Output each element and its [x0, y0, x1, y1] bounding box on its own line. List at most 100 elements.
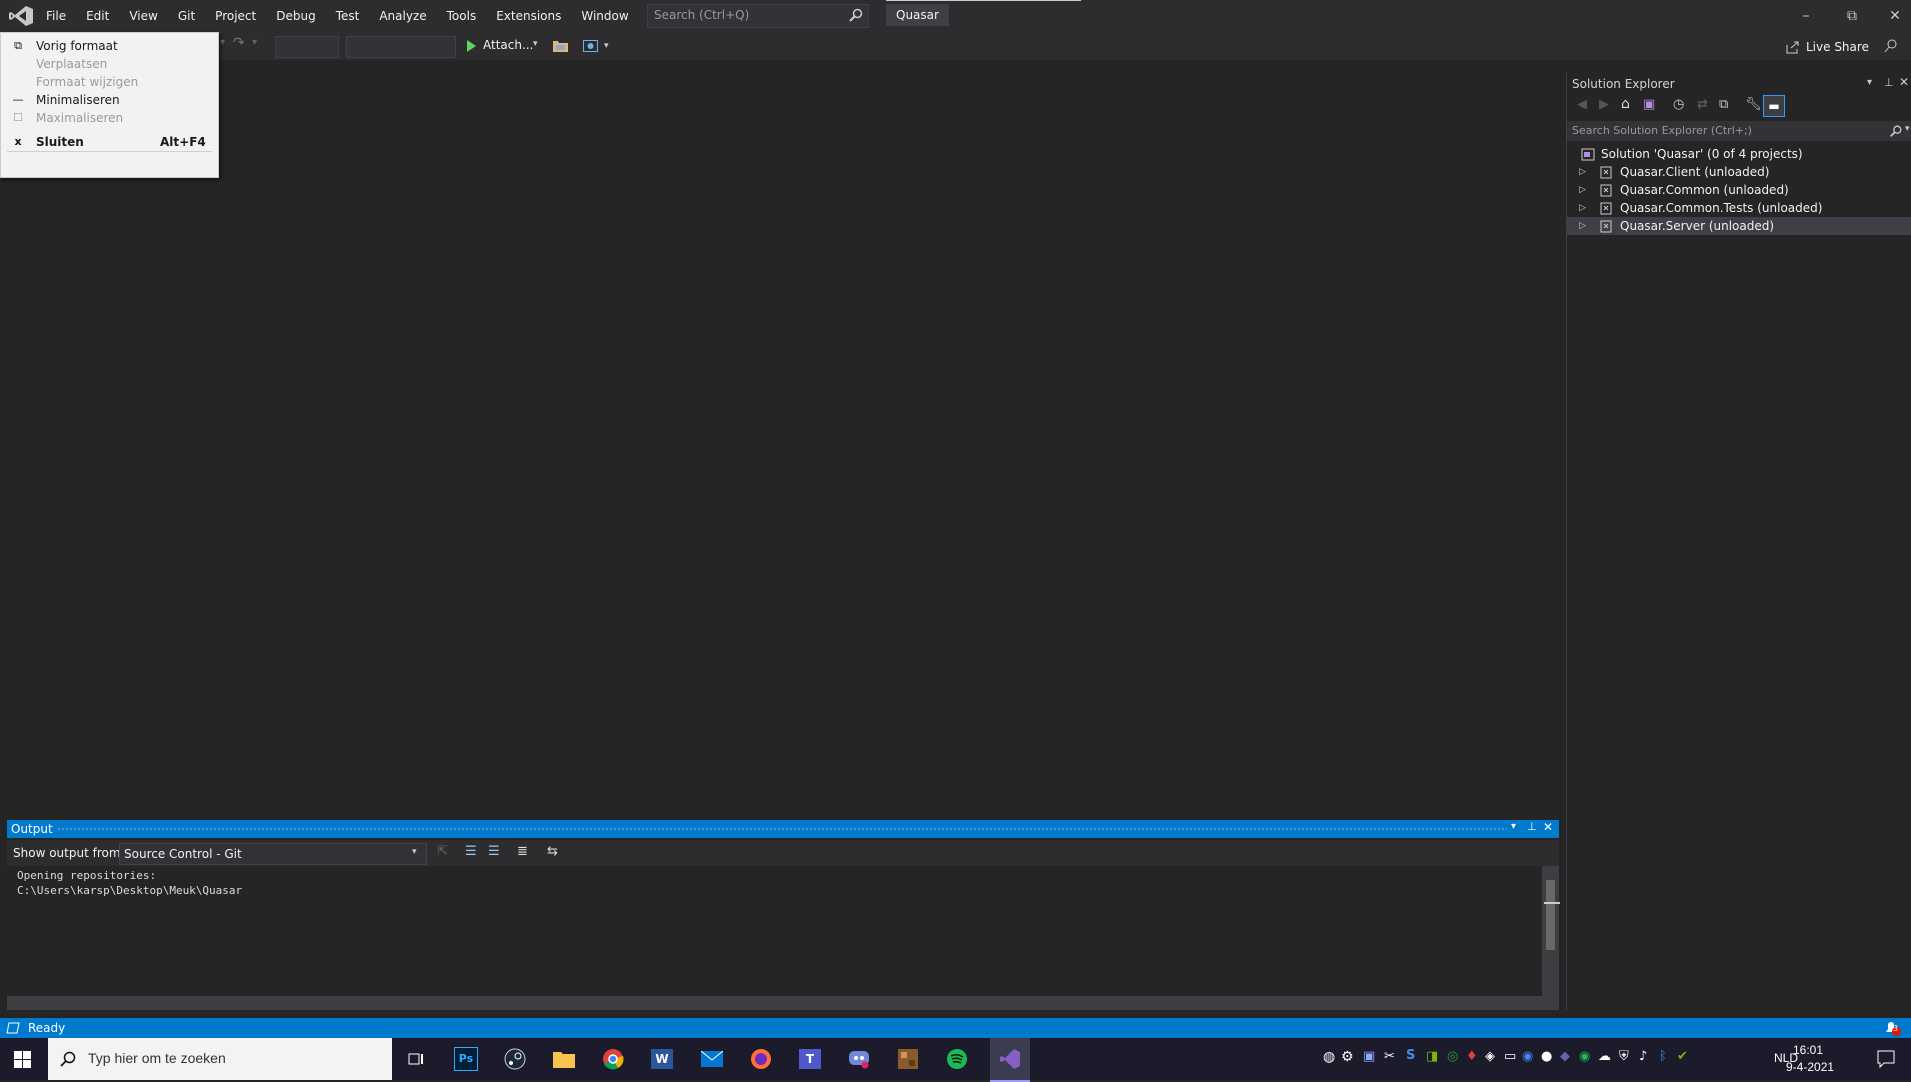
system-menu-item[interactable]: x Sluiten Alt+F4	[1, 131, 218, 153]
teams-icon[interactable]: T	[794, 1043, 826, 1075]
windows-start-icon[interactable]	[14, 1051, 31, 1068]
menu-item[interactable]: Debug	[266, 0, 325, 32]
redo-dropdown-icon[interactable]: ▾	[252, 37, 257, 48]
taskbar-search-input[interactable]: Typ hier om te zoeken	[48, 1038, 392, 1080]
visual-studio-logo-icon[interactable]	[8, 5, 34, 27]
redo-icon[interactable]: ↷	[233, 35, 245, 51]
attach-dropdown-icon[interactable]: ▾	[533, 39, 538, 49]
play-icon[interactable]	[466, 40, 477, 52]
next-message-icon[interactable]: ☰	[488, 844, 500, 859]
tray-nvidia-icon[interactable]: ◨	[1426, 1049, 1438, 1064]
history-icon[interactable]: ◷	[1673, 97, 1684, 112]
word-icon[interactable]: W	[646, 1043, 678, 1075]
notifications-bell-icon[interactable]	[1883, 1020, 1901, 1036]
task-view-icon[interactable]	[400, 1043, 432, 1075]
sync-icon[interactable]: ⇄	[1697, 97, 1708, 112]
tray-onedrive-icon[interactable]: ☁	[1598, 1049, 1611, 1064]
tray-volume-icon[interactable]: ♪	[1639, 1049, 1647, 1064]
configuration-combo[interactable]	[275, 36, 339, 58]
menu-item[interactable]: Edit	[76, 0, 119, 32]
project-node[interactable]: ▷ Quasar.Client (unloaded)	[1567, 163, 1911, 181]
properties-wrench-icon[interactable]: 🔧︎	[1745, 97, 1762, 112]
forward-icon[interactable]: ▶	[1599, 97, 1609, 112]
back-icon[interactable]: ◀	[1577, 97, 1587, 112]
tray-display-icon[interactable]: ▣	[1363, 1049, 1375, 1064]
output-horizontal-scrollbar[interactable]	[7, 996, 1559, 1010]
file-explorer-icon[interactable]	[548, 1043, 580, 1075]
project-node[interactable]: ▷ Quasar.Common.Tests (unloaded)	[1567, 199, 1911, 217]
tray-shield-icon[interactable]: ◍	[1323, 1049, 1335, 1065]
photoshop-icon[interactable]: Ps	[450, 1043, 482, 1075]
menu-item[interactable]: Project	[205, 0, 266, 32]
scrollbar-thumb[interactable]	[1546, 880, 1555, 950]
feedback-icon[interactable]	[1884, 39, 1898, 53]
expand-chevron-icon[interactable]: ▷	[1579, 217, 1586, 235]
clear-all-icon[interactable]: ≣	[517, 844, 528, 859]
clock-date[interactable]: 9-4-2021	[1786, 1060, 1834, 1074]
steam-icon[interactable]	[499, 1043, 531, 1075]
solution-root-node[interactable]: Solution 'Quasar' (0 of 4 projects)	[1567, 145, 1911, 163]
tray-teams-icon[interactable]: ◆	[1560, 1049, 1570, 1064]
folder-icon[interactable]	[553, 39, 568, 52]
menu-item[interactable]: Extensions	[486, 0, 571, 32]
spotify-icon[interactable]	[941, 1043, 973, 1075]
close-window-button[interactable]: ✕	[1872, 0, 1911, 32]
undo-dropdown-icon[interactable]: ▾	[220, 37, 225, 48]
action-center-icon[interactable]	[1876, 1049, 1896, 1069]
screenshot-icon[interactable]	[583, 39, 598, 52]
mail-icon[interactable]	[696, 1043, 728, 1075]
expand-chevron-icon[interactable]: ▷	[1579, 181, 1586, 199]
tray-security-icon[interactable]: ⛨	[1619, 1049, 1629, 1064]
toggle-word-wrap-icon[interactable]: ⇆	[547, 844, 558, 859]
clock-time[interactable]: 16:01	[1793, 1043, 1823, 1057]
menu-item[interactable]: Analyze	[369, 0, 436, 32]
expand-chevron-icon[interactable]: ▷	[1579, 163, 1586, 181]
attach-button[interactable]: Attach...	[483, 38, 533, 52]
tray-network-icon[interactable]: ◈	[1485, 1049, 1495, 1064]
panel-menu-icon[interactable]: ▾	[1511, 821, 1516, 832]
close-panel-icon[interactable]: ✕	[1543, 820, 1553, 834]
tray-chrome-icon[interactable]: ◉	[1522, 1049, 1533, 1064]
tray-monitor-icon[interactable]: ▭	[1504, 1049, 1516, 1064]
search-options-dropdown-icon[interactable]: ▾	[1905, 124, 1910, 134]
output-vertical-scrollbar[interactable]	[1542, 866, 1560, 996]
output-text[interactable]: Opening repositories: C:\Users\karsp\Desk…	[17, 868, 242, 898]
restore-button[interactable]: ⧉	[1829, 0, 1875, 32]
customize-toolbar-icon[interactable]: ▾	[604, 41, 609, 51]
editor-area[interactable]	[0, 60, 1562, 818]
tray-red-app-icon[interactable]: ♦	[1466, 1049, 1478, 1064]
menu-item[interactable]: View	[119, 0, 167, 32]
previous-message-icon[interactable]: ☰	[465, 844, 477, 859]
tray-mic-icon[interactable]: ●	[1541, 1049, 1552, 1064]
output-source-select[interactable]: Source Control - Git ▾	[119, 843, 427, 865]
menu-item[interactable]: Tools	[437, 0, 487, 32]
menu-item[interactable]: Git	[168, 0, 205, 32]
switch-views-icon[interactable]: ▣	[1643, 97, 1655, 112]
visual-studio-taskbar-icon[interactable]	[990, 1038, 1030, 1082]
project-node[interactable]: ▷ Quasar.Common (unloaded)	[1567, 181, 1911, 199]
platform-combo[interactable]	[346, 36, 456, 58]
tray-green-app-icon[interactable]: ✔	[1677, 1049, 1688, 1064]
search-input[interactable]: Search (Ctrl+Q)	[647, 4, 869, 28]
live-share-button[interactable]: Live Share	[1806, 40, 1869, 54]
menu-item[interactable]: Window	[571, 0, 638, 32]
close-panel-icon[interactable]: ✕	[1899, 75, 1909, 89]
pin-icon[interactable]: ⊥	[1884, 76, 1894, 89]
home-icon[interactable]: ⌂	[1621, 96, 1630, 112]
discord-icon[interactable]	[843, 1043, 875, 1075]
project-node[interactable]: ▷ Quasar.Server (unloaded)	[1567, 217, 1911, 235]
chrome-icon[interactable]	[597, 1043, 629, 1075]
minimize-button[interactable]: –	[1783, 0, 1829, 32]
menu-item[interactable]: File	[36, 0, 76, 32]
menu-item[interactable]: Test	[326, 0, 370, 32]
expand-chevron-icon[interactable]: ▷	[1579, 199, 1586, 217]
tray-tool-icon[interactable]: ✂	[1384, 1049, 1395, 1064]
preview-selected-icon[interactable]: ▬	[1763, 95, 1785, 117]
pin-icon[interactable]: ⊥	[1527, 820, 1537, 833]
panel-menu-icon[interactable]: ▾	[1867, 77, 1872, 88]
tray-skype-icon[interactable]: S	[1406, 1048, 1415, 1063]
tray-app-icon[interactable]: ◎	[1447, 1049, 1458, 1064]
find-message-icon[interactable]: ⇱	[437, 844, 448, 859]
tray-bluetooth-icon[interactable]: ᛒ	[1659, 1049, 1667, 1064]
firefox-icon[interactable]	[745, 1043, 777, 1075]
